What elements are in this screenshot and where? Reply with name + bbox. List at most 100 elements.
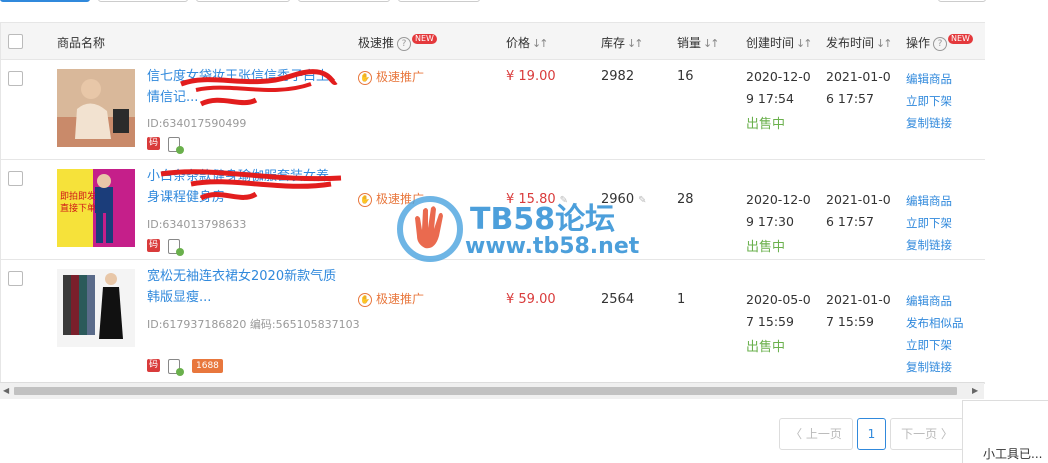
product-thumbnail[interactable] [57, 269, 135, 347]
scrollbar-thumb[interactable] [14, 387, 957, 395]
toolbar-button[interactable] [298, 0, 390, 2]
row-actions: 编辑商品 发布相似品 立即下架 复制链接 [906, 290, 985, 378]
promo-icon: ✋ [358, 292, 372, 307]
horizontal-scrollbar[interactable]: ◀ ▶ [0, 382, 984, 399]
edit-pencil-icon[interactable]: ✎ [638, 195, 646, 206]
product-title-link[interactable]: 宽松无袖连衣裙女2020新款气质韩版显瘦... [147, 266, 337, 308]
promo-link[interactable]: ✋ 极速推广 [358, 290, 424, 307]
product-tags: 码 1688 [147, 359, 223, 376]
scroll-right-arrow-icon[interactable]: ▶ [972, 386, 978, 395]
page-1-button[interactable]: 1 [857, 418, 886, 450]
published-time: 2021-01-06 17:57 [826, 69, 891, 106]
promo-icon: ✋ [358, 192, 372, 207]
copy-link[interactable]: 复制链接 [906, 356, 985, 378]
table-row: 即拍即发 直接下单 小白条条款健身瑜伽服套装女养身课程健身房 ID:634013… [1, 160, 985, 260]
barcode-tag: 码 [147, 137, 160, 150]
header-stock[interactable]: 库存 ↓↑ [601, 34, 644, 51]
table-row: 宽松无袖连衣裙女2020新款气质韩版显瘦... ID:617937186820 … [1, 260, 985, 383]
row-checkbox[interactable] [8, 171, 23, 186]
help-icon[interactable]: ? [397, 36, 412, 51]
header-sales[interactable]: 销量 ↓↑ [677, 34, 720, 51]
row-checkbox[interactable] [8, 271, 23, 286]
side-tool-panel: 小工具已... [962, 400, 1048, 463]
redaction-scribble [160, 169, 342, 201]
header-published[interactable]: 发布时间 ↓↑ [826, 34, 893, 51]
barcode-tag: 码 [147, 359, 160, 372]
promo-icon: ✋ [358, 70, 372, 85]
table-header: 商品名称 极速推? NEW 价格 ↓↑ 库存 ↓↑ 销量 ↓↑ 创建时间 ↓↑ 发布时间 ↓… [1, 23, 985, 60]
sort-icon[interactable]: ↓↑ [627, 37, 644, 50]
product-tags: 码 [147, 239, 184, 256]
sort-icon[interactable]: ↓↑ [796, 37, 813, 50]
sort-icon[interactable]: ↓↑ [876, 37, 893, 50]
select-all-checkbox[interactable] [8, 34, 23, 49]
status-badge: 出售中 [746, 340, 786, 355]
row-actions: 编辑商品 立即下架 复制链接 [906, 190, 985, 256]
publish-similar-link[interactable]: 发布相似品 [906, 312, 985, 334]
toolbar-button[interactable] [938, 0, 986, 2]
product-thumbnail[interactable] [57, 69, 135, 147]
next-page-button[interactable]: 下一页 〉 [890, 418, 964, 450]
edit-product-link[interactable]: 编辑商品 [906, 190, 985, 212]
promo-label: 极速推广 [376, 70, 425, 84]
header-name: 商品名称 [57, 36, 106, 50]
header-created[interactable]: 创建时间 ↓↑ [746, 34, 813, 51]
sales: 16 [677, 69, 694, 84]
product-id: ID:634017590499 [147, 117, 247, 130]
status-badge: 出售中 [746, 117, 786, 132]
new-badge: NEW [412, 34, 437, 44]
edit-pencil-icon[interactable]: ✎ [560, 195, 568, 206]
delist-link[interactable]: 立即下架 [906, 212, 985, 234]
sales: 28 [677, 192, 694, 207]
prev-page-button[interactable]: 〈 上一页 [779, 418, 853, 450]
price-value: ¥ 15.80 [506, 192, 556, 207]
header-ops: 操作? NEW [906, 34, 973, 51]
header-stock-label: 库存 [601, 36, 626, 50]
toolbar-button[interactable] [398, 0, 480, 2]
copy-link[interactable]: 复制链接 [906, 234, 985, 256]
stock: 2982 [601, 69, 635, 84]
price: ¥ 59.00 [506, 292, 556, 307]
edit-product-link[interactable]: 编辑商品 [906, 68, 985, 90]
header-sales-label: 销量 [677, 36, 702, 50]
price: ¥ 19.00 [506, 69, 556, 84]
copy-link[interactable]: 复制链接 [906, 112, 985, 134]
primary-toolbar-button[interactable] [0, 0, 90, 2]
stock: 2564 [601, 292, 635, 307]
thumb-label-top: 即拍即发 [60, 190, 96, 202]
promo-label: 极速推广 [376, 292, 425, 306]
product-thumbnail[interactable]: 即拍即发 直接下单 [57, 169, 135, 247]
promo-link[interactable]: ✋ 极速推广 [358, 190, 424, 207]
help-icon[interactable]: ? [933, 36, 948, 51]
header-price[interactable]: 价格 ↓↑ [506, 34, 549, 51]
source-1688-tag: 1688 [192, 359, 223, 373]
mobile-icon [168, 137, 184, 154]
product-id: ID:617937186820 编码:565105837103 [147, 318, 360, 331]
header-promo: 极速推? NEW [358, 34, 437, 51]
toolbar-button[interactable] [98, 0, 188, 2]
toolbar-button[interactable] [196, 0, 290, 2]
toolbar-buttons [0, 0, 1048, 4]
row-checkbox[interactable] [8, 71, 23, 86]
status-badge: 出售中 [746, 240, 786, 255]
header-price-label: 价格 [506, 36, 531, 50]
stock: 2960 ✎ [601, 192, 646, 207]
product-tags: 码 [147, 137, 184, 154]
row-actions: 编辑商品 立即下架 复制链接 [906, 68, 985, 134]
header-promo-label: 极速推 [358, 36, 395, 50]
scroll-left-arrow-icon[interactable]: ◀ [3, 386, 9, 395]
published-time: 2021-01-06 17:57 [826, 192, 891, 229]
side-panel-text: 小工具已... [983, 447, 1043, 461]
thumb-label-bottom: 直接下单 [60, 202, 96, 214]
stock-value: 2960 [601, 192, 635, 207]
sort-icon[interactable]: ↓↑ [703, 37, 720, 50]
created-time: 2020-12-09 17:54 [746, 69, 811, 106]
edit-product-link[interactable]: 编辑商品 [906, 290, 985, 312]
price: ¥ 15.80 ✎ [506, 192, 568, 207]
delist-link[interactable]: 立即下架 [906, 334, 985, 356]
promo-link[interactable]: ✋ 极速推广 [358, 68, 424, 85]
delist-link[interactable]: 立即下架 [906, 90, 985, 112]
product-id: ID:634013798633 [147, 218, 247, 231]
sort-icon[interactable]: ↓↑ [532, 37, 549, 50]
mobile-icon [168, 359, 184, 376]
